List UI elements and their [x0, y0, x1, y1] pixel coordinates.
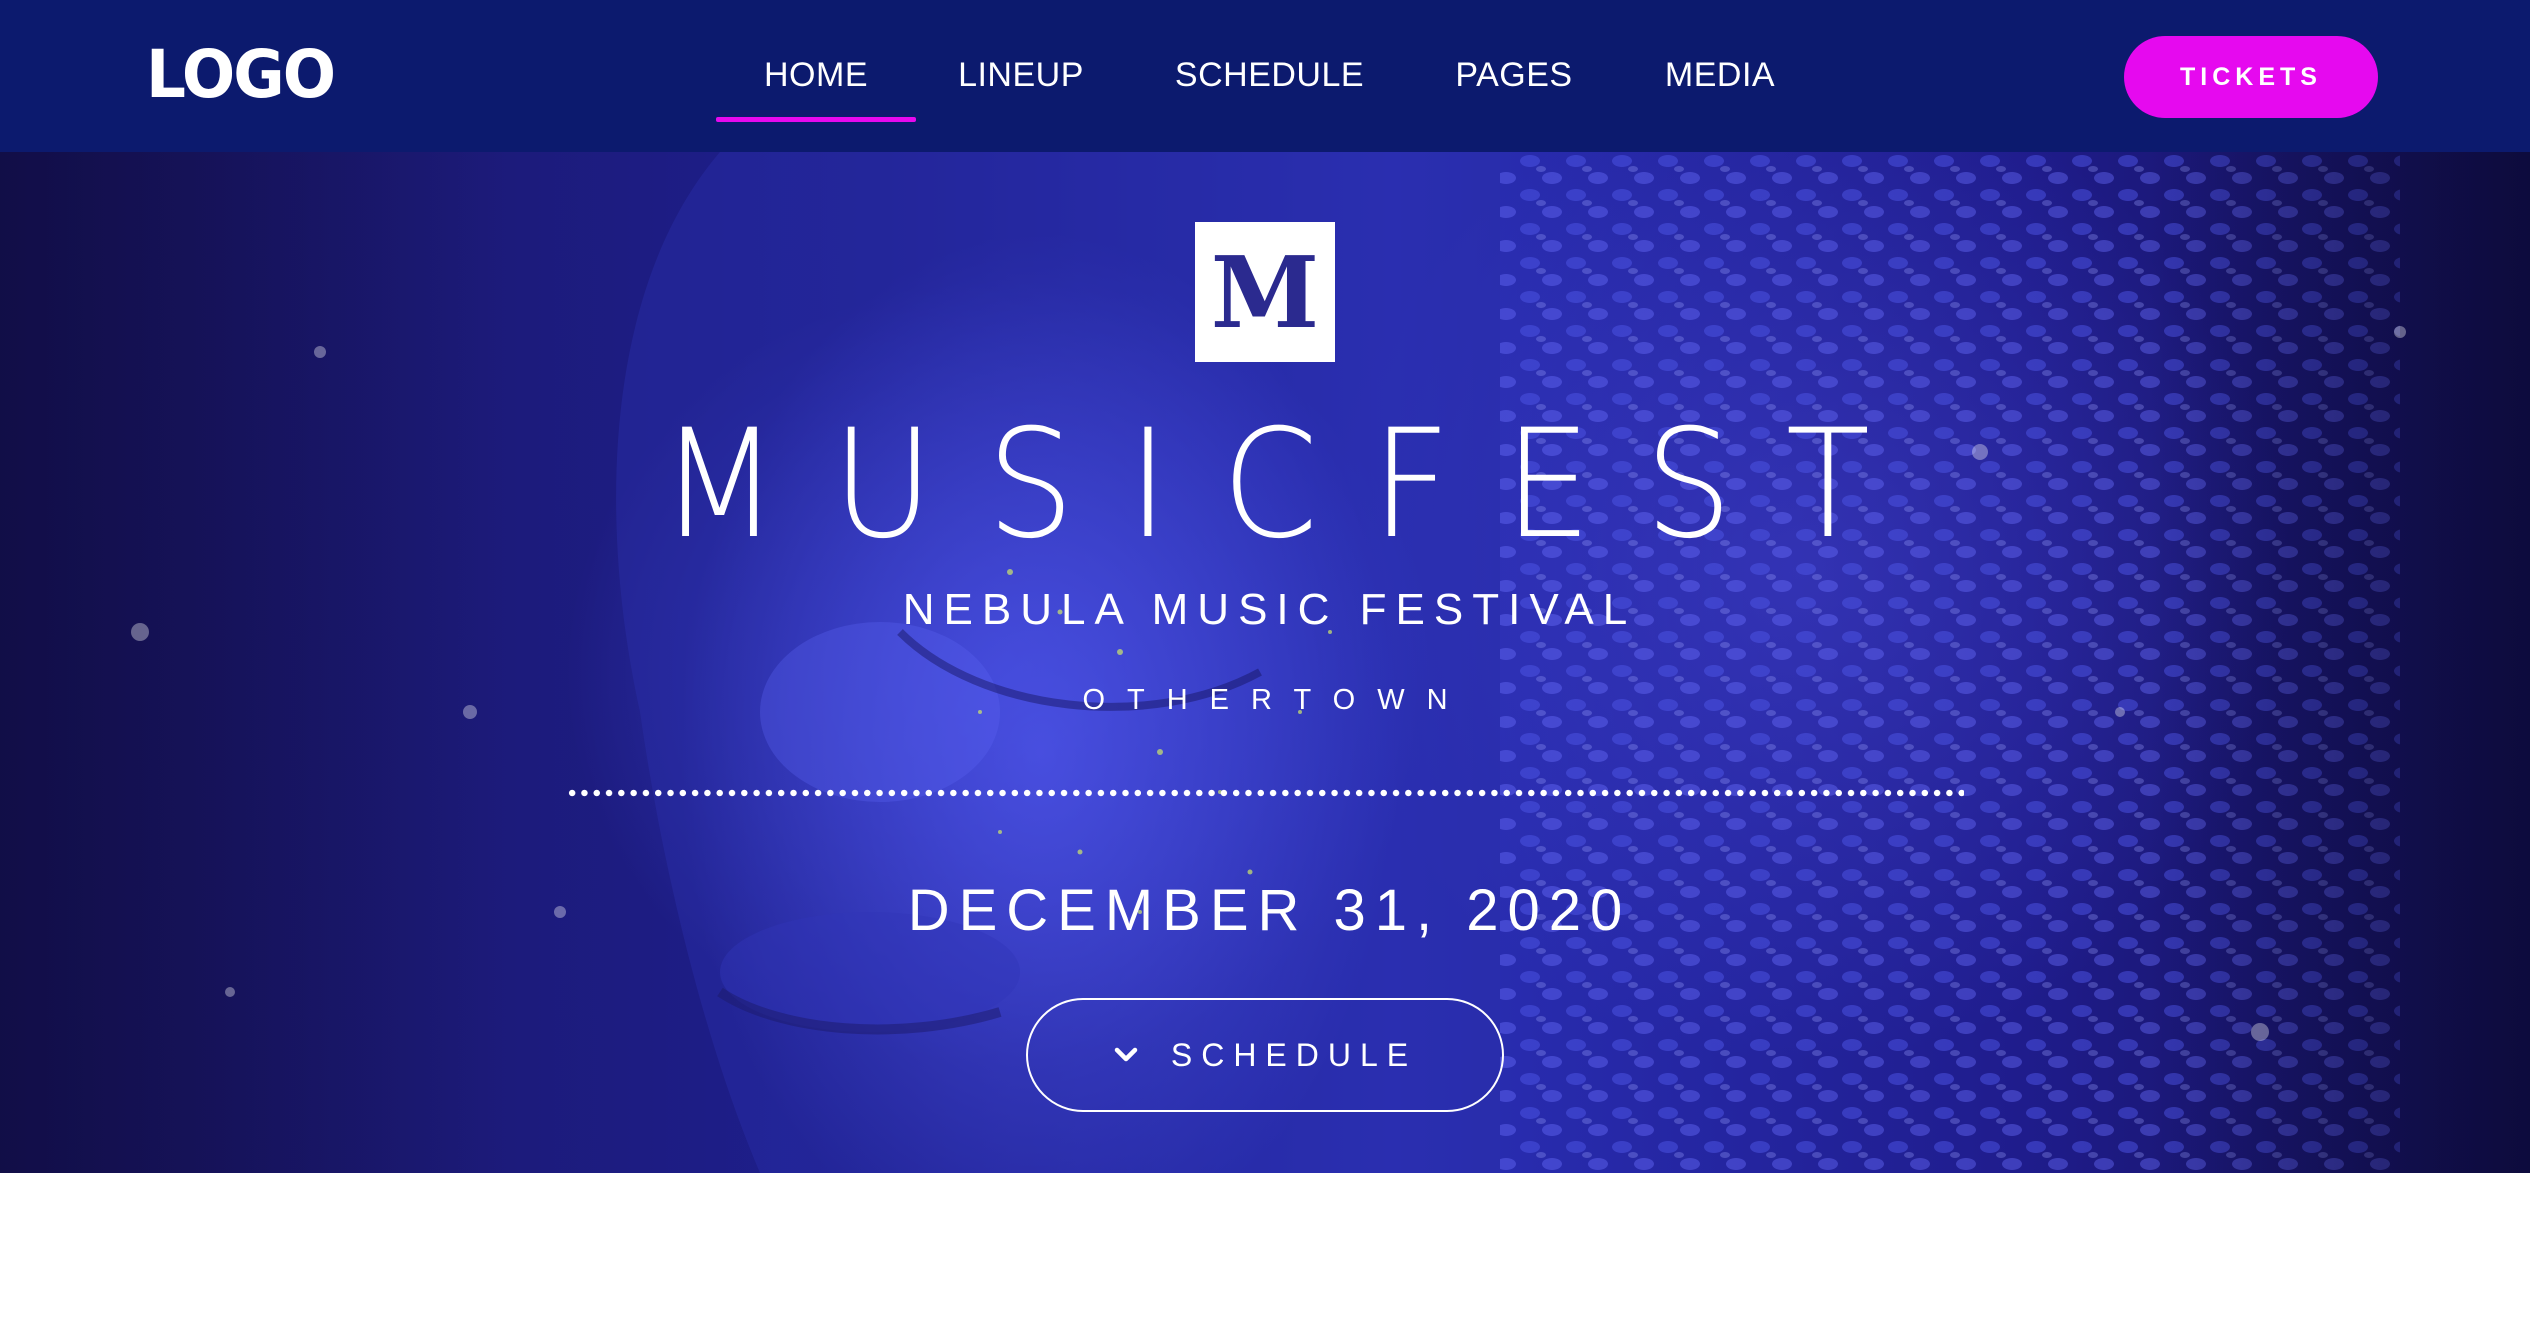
festival-subtitle: NEBULA MUSIC FESTIVAL [902, 585, 1637, 634]
logo[interactable]: LOGO [146, 42, 336, 108]
festival-title: MUSICFEST [659, 398, 1924, 572]
nav-item-media[interactable]: MEDIA [1615, 0, 1825, 122]
content-area [0, 1173, 2530, 1330]
nav-item-schedule[interactable]: SCHEDULE [1126, 0, 1413, 122]
schedule-button[interactable]: SCHEDULE [1026, 998, 1504, 1112]
festival-location: OTHERTOWN [1082, 684, 1470, 716]
hero-section: M MUSICFEST NEBULA MUSIC FESTIVAL OTHERT… [0, 152, 2530, 1173]
site-header: LOGO HOME LINEUP SCHEDULE PAGES MEDIA TI… [0, 0, 2530, 152]
nav-item-home[interactable]: HOME [716, 0, 916, 122]
dotted-divider [566, 789, 1964, 797]
main-nav: HOME LINEUP SCHEDULE PAGES MEDIA [716, 0, 1825, 152]
nav-item-lineup[interactable]: LINEUP [916, 0, 1126, 122]
festival-date: DECEMBER 31, 2020 [907, 878, 1632, 943]
schedule-button-label: SCHEDULE [1170, 1036, 1418, 1073]
medium-badge: M [1195, 222, 1335, 362]
tickets-button[interactable]: TICKETS [2124, 36, 2378, 118]
chevron-down-icon [1114, 1047, 1138, 1062]
nav-item-pages[interactable]: PAGES [1413, 0, 1615, 122]
badge-letter: M [1210, 236, 1320, 351]
